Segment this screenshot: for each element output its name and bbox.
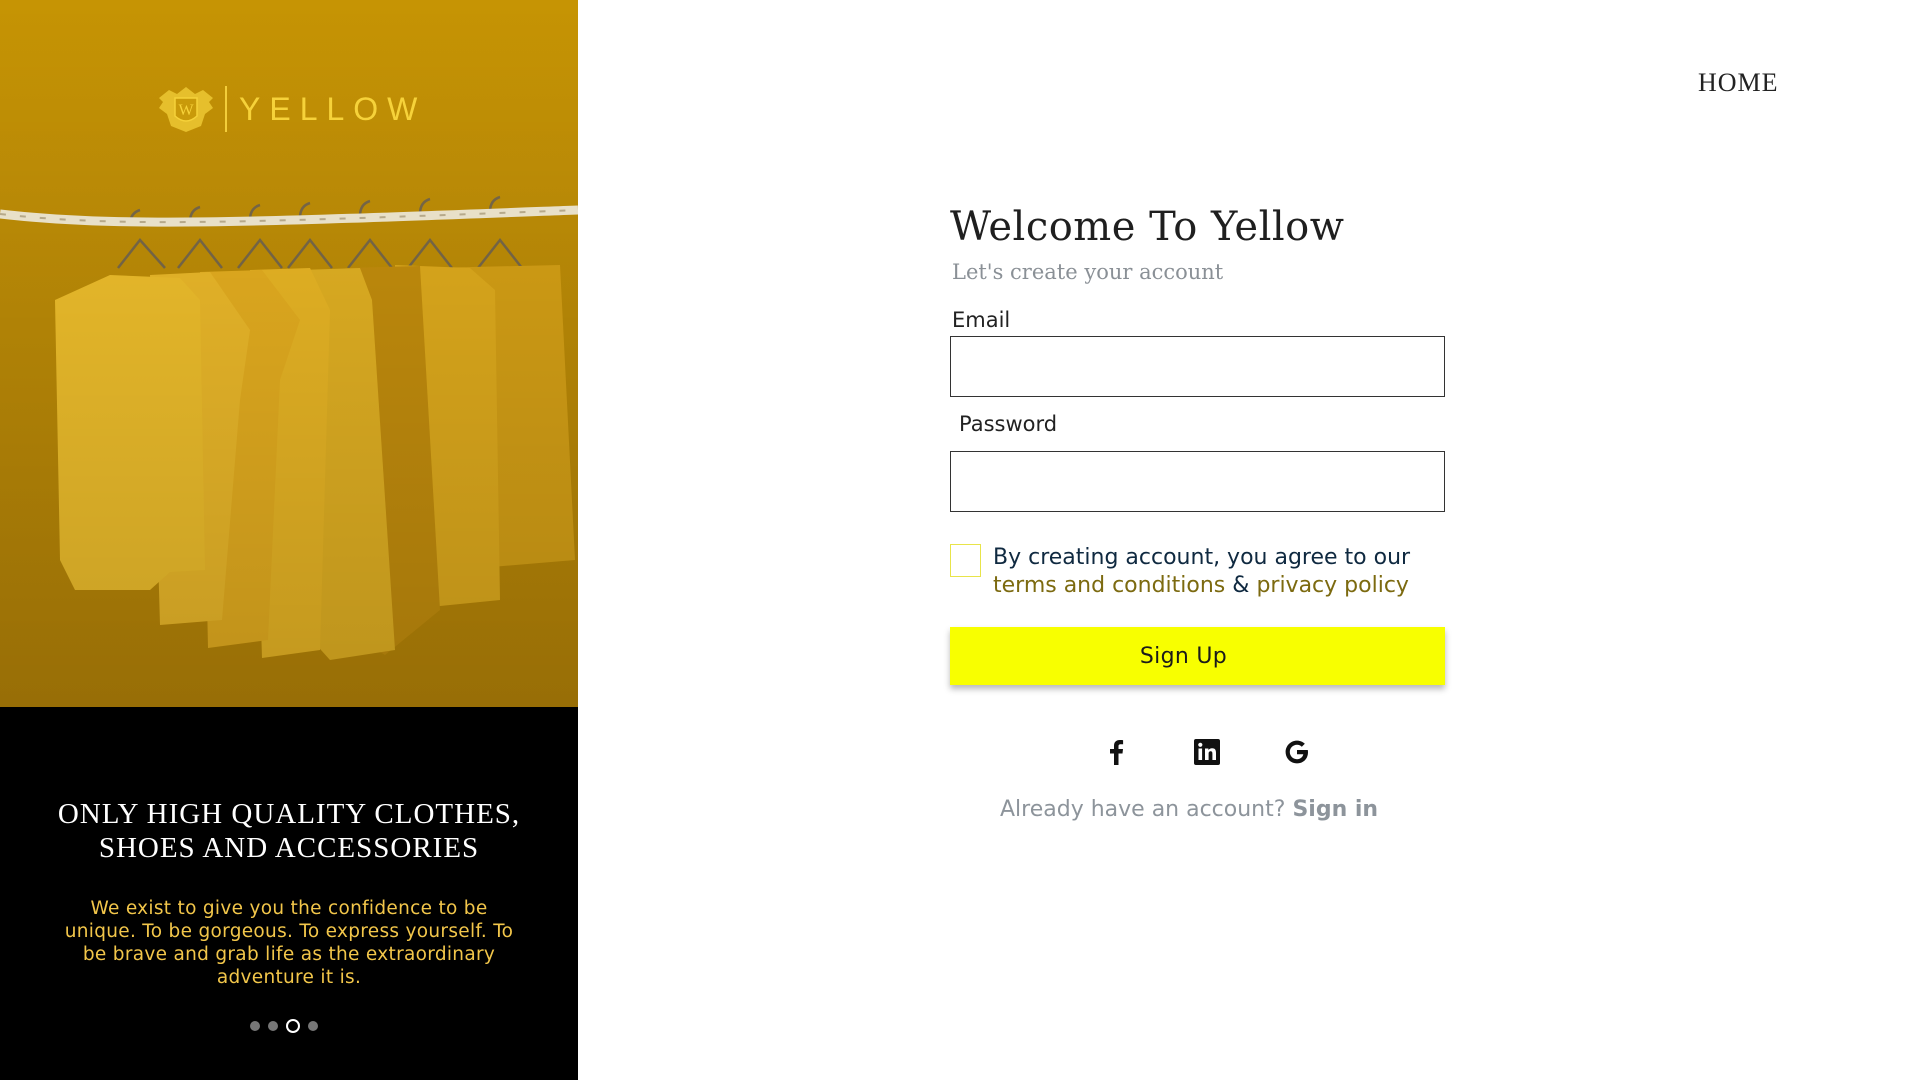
terms-ampersand: & <box>1232 573 1250 598</box>
promo-headline: ONLY HIGH QUALITY CLOTHES, SHOES AND ACC… <box>30 797 548 865</box>
sign-in-link[interactable]: Sign in <box>1292 797 1378 822</box>
password-label: Password <box>959 412 1058 436</box>
terms-link[interactable]: terms and conditions <box>993 573 1225 598</box>
google-icon[interactable] <box>1282 737 1312 767</box>
svg-text:W: W <box>178 102 194 119</box>
facebook-icon[interactable] <box>1102 737 1132 767</box>
linkedin-icon[interactable] <box>1192 737 1222 767</box>
promo-body: We exist to give you the confidence to b… <box>64 898 514 988</box>
carousel-dot[interactable] <box>250 1021 260 1031</box>
privacy-link[interactable]: privacy policy <box>1256 573 1409 598</box>
page-title: Welcome To Yellow <box>950 204 1345 250</box>
home-link[interactable]: HOME <box>1698 68 1779 98</box>
promo-headline-line-1: ONLY HIGH QUALITY CLOTHES, <box>57 798 521 830</box>
hero-image: W YELLOW <box>0 0 578 707</box>
email-label: Email <box>952 308 1011 332</box>
signin-prompt-text: Already have an account? <box>1000 797 1286 822</box>
signin-prompt: Already have an account? Sign in <box>1000 797 1378 822</box>
social-login <box>1102 737 1312 767</box>
email-field[interactable] <box>950 336 1445 397</box>
agree-checkbox[interactable] <box>950 544 981 577</box>
promo-panel: W YELLOW ONLY HIGH QUALITY CLOTHES, SHOE… <box>0 0 578 1080</box>
carousel-dot[interactable] <box>268 1021 278 1031</box>
page-subtitle: Let's create your account <box>952 260 1224 284</box>
logo-divider <box>225 86 227 132</box>
password-field[interactable] <box>950 451 1445 512</box>
brand-name: YELLOW <box>239 90 427 127</box>
carousel-dot-active[interactable] <box>286 1019 300 1033</box>
crest-icon: W <box>159 87 213 132</box>
brand-logo: W YELLOW <box>155 84 426 134</box>
promo-caption: ONLY HIGH QUALITY CLOTHES, SHOES AND ACC… <box>0 707 578 1080</box>
terms-prefix: By creating account, you agree to our <box>993 545 1411 570</box>
carousel-indicator <box>250 1019 318 1033</box>
sign-up-button[interactable]: Sign Up <box>950 627 1445 685</box>
promo-headline-line-2: SHOES AND ACCESSORIES <box>98 832 480 864</box>
terms-text: By creating account, you agree to our te… <box>993 544 1410 600</box>
carousel-dot[interactable] <box>308 1021 318 1031</box>
